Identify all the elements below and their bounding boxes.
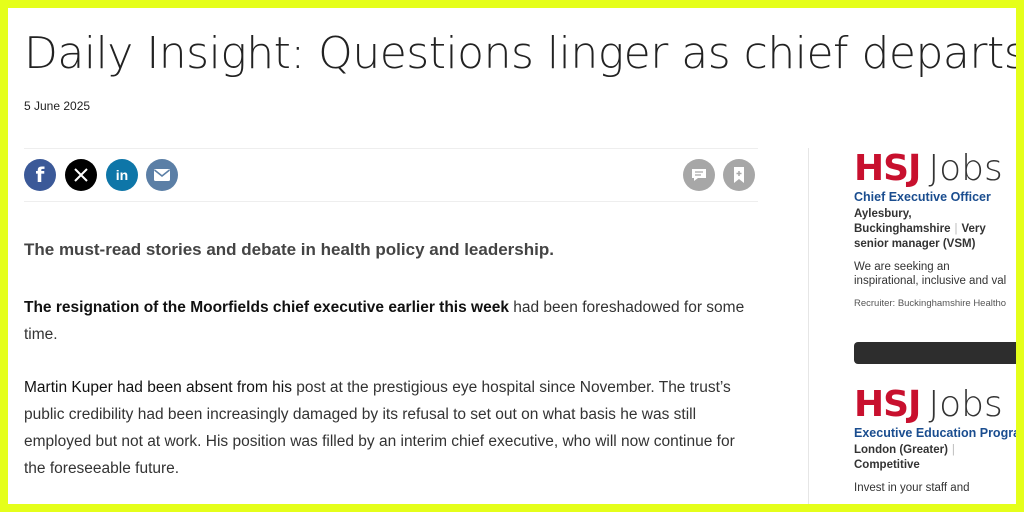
bookmark-button[interactable] — [723, 159, 755, 191]
x-icon — [74, 168, 88, 182]
x-share-button[interactable] — [65, 159, 97, 191]
linkedin-icon: in — [115, 167, 129, 183]
paragraph-lead-link[interactable]: Martin Kuper had been absent from his — [24, 379, 292, 396]
share-bar: f in — [24, 148, 758, 202]
job-title-link[interactable]: Chief Executive Officer — [854, 190, 1016, 204]
linkedin-share-button[interactable]: in — [106, 159, 138, 191]
article-date: 5 June 2025 — [24, 99, 91, 113]
job-recruiter: Recruiter: Buckinghamshire Healtho — [854, 298, 1007, 309]
job-ad[interactable]: HSJ Jobs Executive Education Progra Lond… — [854, 384, 1016, 495]
facebook-share-button[interactable]: f — [24, 159, 56, 191]
email-share-button[interactable] — [146, 159, 178, 191]
job-location: Aylesbury, Buckinghamshire | Very senior m… — [854, 208, 986, 250]
sidebar-divider — [808, 148, 809, 504]
job-title-link[interactable]: Executive Education Progra — [854, 426, 1016, 440]
job-description: We are seeking an inspirational, inclusi… — [854, 261, 1007, 287]
facebook-icon: f — [35, 163, 45, 187]
paragraph-lead-link[interactable]: The resignation of the Moorfields chief … — [24, 299, 509, 316]
hsj-jobs-logo: HSJ Jobs — [854, 384, 1003, 425]
job-ad[interactable]: HSJ Jobs Chief Executive Officer Aylesbu… — [854, 148, 1016, 309]
job-location: London (Greater) | Competitive — [854, 444, 955, 471]
article-paragraph: Martin Kuper had been absent from his po… — [24, 374, 754, 482]
separator: | — [954, 223, 958, 235]
article-standfirst: The must-read stories and debate in heal… — [24, 240, 554, 259]
hsj-jobs-logo: HSJ Jobs — [854, 148, 1003, 189]
job-ad-button[interactable] — [854, 342, 1016, 364]
comment-button[interactable] — [683, 159, 715, 191]
separator: | — [951, 444, 955, 456]
article-title: Daily Insight: Questions linger as chief… — [24, 28, 1016, 79]
comment-icon — [692, 169, 706, 181]
job-description: Invest in your staff and — [854, 482, 970, 494]
article-paragraph: The resignation of the Moorfields chief … — [24, 294, 754, 348]
bookmark-icon — [734, 167, 744, 183]
article-page: Daily Insight: Questions linger as chief… — [8, 8, 1016, 504]
email-icon — [154, 169, 170, 181]
